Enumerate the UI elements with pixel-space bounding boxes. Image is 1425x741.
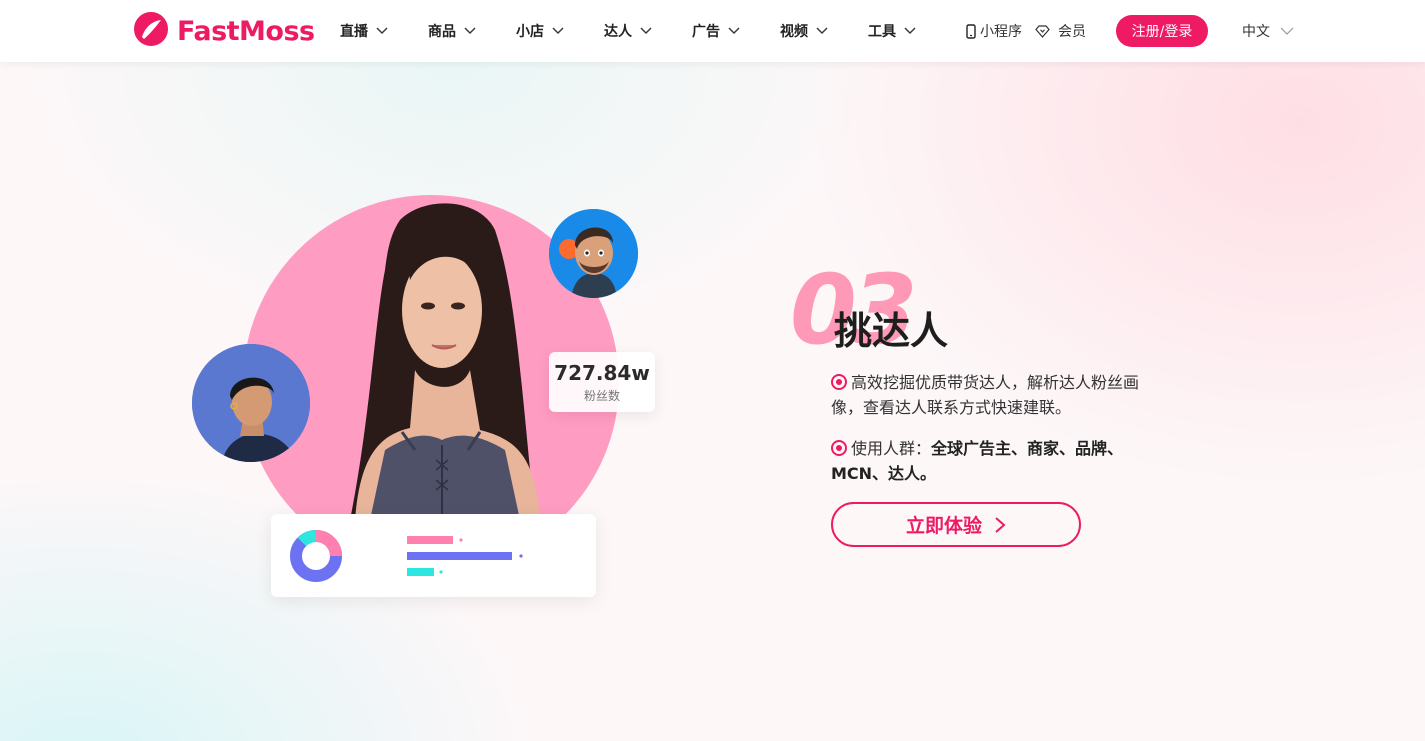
chevron-down-icon bbox=[640, 27, 652, 34]
diamond-icon bbox=[1035, 24, 1050, 38]
radio-dot-icon bbox=[831, 440, 847, 456]
nav-item-label: 小店 bbox=[516, 24, 544, 40]
audience-stats-card bbox=[271, 514, 596, 597]
audience-stats-graphic bbox=[290, 530, 523, 582]
nav-item-live[interactable]: 直播 bbox=[340, 21, 428, 41]
creator-avatar-right bbox=[549, 209, 638, 298]
chevron-down-icon bbox=[464, 27, 476, 34]
creator-photo bbox=[350, 203, 540, 520]
nav-item-ads[interactable]: 广告 bbox=[692, 21, 780, 41]
member-label: 会员 bbox=[1058, 24, 1086, 40]
try-now-label: 立即体验 bbox=[905, 515, 982, 537]
nav-item-creators[interactable]: 达人 bbox=[604, 21, 692, 41]
nav-item-label: 商品 bbox=[428, 24, 456, 40]
feature-description: 高效挖掘优质带货达人，解析达人粉丝画像，查看达人联系方式快速建联。 bbox=[831, 370, 1151, 420]
try-now-button[interactable]: 立即体验 bbox=[831, 502, 1081, 547]
mini-program-label: 小程序 bbox=[980, 24, 1022, 40]
nav-item-label: 工具 bbox=[868, 24, 896, 40]
language-label: 中文 bbox=[1242, 24, 1270, 40]
language-select[interactable]: 中文 bbox=[1242, 0, 1294, 62]
nav-item-label: 广告 bbox=[692, 24, 720, 40]
nav-item-tools[interactable]: 工具 bbox=[868, 21, 956, 41]
chevron-down-icon bbox=[1280, 27, 1294, 35]
feature-description-text: 高效挖掘优质带货达人，解析达人粉丝画像，查看达人联系方式快速建联。 bbox=[831, 373, 1140, 417]
fans-count-value: 727.84w bbox=[554, 360, 650, 385]
section-title: 挑达人 bbox=[834, 309, 949, 353]
main-nav: 直播 商品 小店 达人 广告 视频 工具 bbox=[340, 0, 956, 62]
nav-item-label: 达人 bbox=[604, 24, 632, 40]
logo[interactable]: FastMoss bbox=[133, 12, 315, 50]
nav-item-videos[interactable]: 视频 bbox=[780, 21, 868, 41]
nav-item-products[interactable]: 商品 bbox=[428, 21, 516, 41]
fans-count-card: 727.84w 粉丝数 bbox=[549, 352, 655, 412]
chevron-right-icon bbox=[995, 516, 1006, 533]
fans-count-label: 粉丝数 bbox=[583, 388, 620, 403]
chevron-down-icon bbox=[552, 27, 564, 34]
target-users-prefix: 使用人群： bbox=[851, 439, 932, 458]
register-login-button[interactable]: 注册/登录 bbox=[1116, 15, 1208, 47]
chevron-down-icon bbox=[904, 27, 916, 34]
creator-avatar-left bbox=[192, 344, 310, 462]
logo-text: FastMoss bbox=[177, 15, 315, 47]
top-navbar: FastMoss 直播 商品 小店 达人 广告 视频 工具 小程序 会员 注册/… bbox=[0, 0, 1425, 62]
chevron-down-icon bbox=[376, 27, 388, 34]
chevron-down-icon bbox=[816, 27, 828, 34]
nav-item-shops[interactable]: 小店 bbox=[516, 21, 604, 41]
nav-item-label: 直播 bbox=[340, 24, 368, 40]
target-users-description: 使用人群：全球广告主、商家、品牌、MCN、达人。 bbox=[831, 436, 1151, 486]
chevron-down-icon bbox=[728, 27, 740, 34]
nav-item-label: 视频 bbox=[780, 24, 808, 40]
mini-program-link[interactable]: 小程序 bbox=[966, 0, 1022, 62]
logo-icon bbox=[133, 11, 169, 51]
phone-icon bbox=[966, 23, 976, 39]
member-link[interactable]: 会员 bbox=[1035, 0, 1086, 62]
radio-dot-icon bbox=[831, 374, 847, 390]
